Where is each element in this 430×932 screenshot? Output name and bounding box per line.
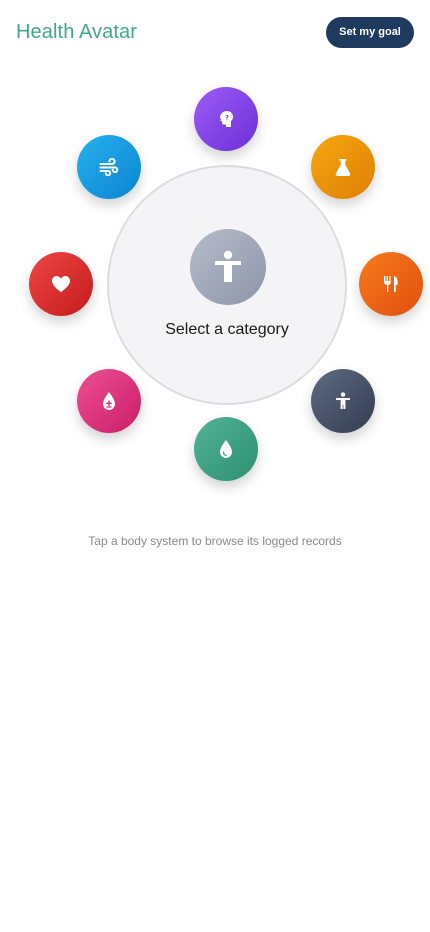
- category-respiratory-button[interactable]: [77, 135, 141, 199]
- center-label: Select a category: [165, 321, 289, 338]
- category-blood-sugar-button[interactable]: [77, 369, 141, 433]
- category-heart-button[interactable]: [29, 252, 93, 316]
- category-nutrition-button[interactable]: [359, 252, 423, 316]
- app-screen: Health Avatar Set my goal Select a categ…: [0, 0, 430, 932]
- wind-icon: [99, 158, 119, 176]
- category-body-button[interactable]: [311, 369, 375, 433]
- brain-icon: ?: [220, 111, 233, 127]
- category-wheel-center: Select a category: [107, 165, 347, 405]
- category-brain-button[interactable]: ?: [194, 87, 258, 151]
- category-lab-button[interactable]: [311, 135, 375, 199]
- header: Health Avatar Set my goal: [0, 0, 430, 64]
- person-icon: [190, 229, 266, 305]
- category-hydration-button[interactable]: [194, 417, 258, 481]
- person-icon: [336, 392, 350, 409]
- droplet-icon: [220, 440, 232, 458]
- svg-text:?: ?: [225, 114, 229, 122]
- set-goal-button[interactable]: Set my goal: [326, 17, 414, 48]
- flask-icon: [335, 159, 351, 176]
- heart-icon: [52, 276, 70, 292]
- hint-text: Tap a body system to browse its logged r…: [88, 534, 342, 548]
- fork-knife-icon: [384, 276, 398, 292]
- blood-drop-icon: [103, 392, 115, 410]
- app-title: Health Avatar: [16, 21, 138, 43]
